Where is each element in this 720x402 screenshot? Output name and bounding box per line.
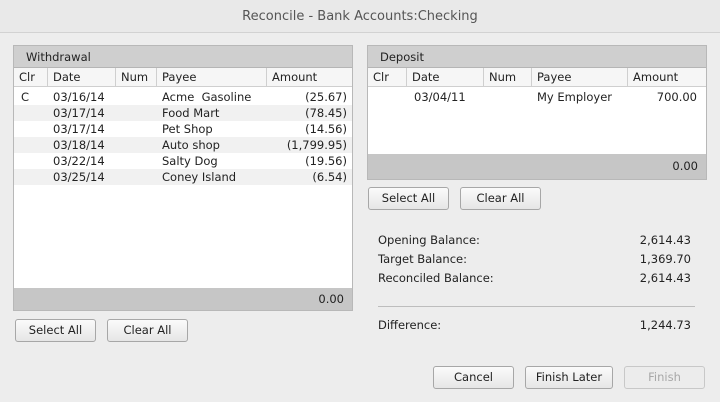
opening-balance-value: 2,614.43 — [639, 233, 691, 247]
row-amount: (25.67) — [305, 90, 347, 104]
row-date: 03/22/14 — [53, 154, 105, 168]
withdrawal-select-all-button[interactable]: Select All — [15, 319, 96, 342]
window-title-bar: Reconcile - Bank Accounts:Checking — [0, 0, 720, 33]
withdrawal-list: C 03/16/14 Acme Gasoline (25.67) 03/17/1… — [14, 87, 352, 185]
deposit-clear-all-button[interactable]: Clear All — [460, 187, 541, 210]
row-date: 03/04/11 — [414, 90, 466, 104]
row-payee: Auto shop — [162, 138, 220, 152]
deposit-column-header: Clr Date Num Payee Amount — [368, 68, 706, 87]
deposit-total-value: 0.00 — [672, 159, 698, 173]
column-header-num[interactable]: Num — [484, 68, 532, 87]
target-balance-value: 1,369.70 — [639, 252, 691, 266]
window-title: Reconcile - Bank Accounts:Checking — [242, 9, 478, 24]
column-header-payee[interactable]: Payee — [532, 68, 628, 87]
finish-button[interactable]: Finish — [624, 366, 705, 389]
difference-value: 1,244.73 — [639, 318, 691, 332]
withdrawal-total: 0.00 — [14, 288, 352, 310]
table-row[interactable]: 03/25/14 Coney Island (6.54) — [14, 169, 352, 185]
row-payee: Coney Island — [162, 170, 237, 184]
deposit-panel: Deposit Clr Date Num Payee Amount 03/04/… — [367, 45, 707, 180]
row-amount: (1,799.95) — [286, 138, 347, 152]
deposit-list: 03/04/11 My Employer 700.00 — [368, 87, 706, 105]
withdrawal-column-header: Clr Date Num Payee Amount — [14, 68, 352, 87]
row-payee: Pet Shop — [162, 122, 213, 136]
row-date: 03/17/14 — [53, 122, 105, 136]
row-amount: 700.00 — [656, 90, 697, 104]
row-payee: Food Mart — [162, 106, 220, 120]
row-amount: (14.56) — [305, 122, 347, 136]
row-date: 03/17/14 — [53, 106, 105, 120]
row-payee: Salty Dog — [162, 154, 218, 168]
summary-divider — [378, 306, 695, 307]
finish-later-button[interactable]: Finish Later — [525, 366, 613, 389]
cancel-button[interactable]: Cancel — [433, 366, 514, 389]
target-balance-label: Target Balance: — [378, 252, 467, 266]
row-date: 03/18/14 — [53, 138, 105, 152]
row-amount: (78.45) — [305, 106, 347, 120]
column-header-clr[interactable]: Clr — [368, 68, 407, 87]
opening-balance-label: Opening Balance: — [378, 233, 480, 247]
reconciled-balance-label: Reconciled Balance: — [378, 271, 494, 285]
deposit-total: 0.00 — [368, 154, 706, 179]
table-row[interactable]: 03/17/14 Food Mart (78.45) — [14, 105, 352, 121]
row-amount: (19.56) — [305, 154, 347, 168]
column-header-date[interactable]: Date — [48, 68, 116, 87]
row-payee: Acme Gasoline — [162, 90, 252, 104]
row-clr[interactable]: C — [21, 89, 29, 105]
table-row[interactable]: 03/18/14 Auto shop (1,799.95) — [14, 137, 352, 153]
row-date: 03/25/14 — [53, 170, 105, 184]
row-amount: (6.54) — [312, 170, 347, 184]
row-date: 03/16/14 — [53, 90, 105, 104]
column-header-num[interactable]: Num — [116, 68, 157, 87]
difference-label: Difference: — [378, 318, 442, 332]
withdrawal-panel: Withdrawal Clr Date Num Payee Amount C 0… — [13, 45, 353, 311]
column-header-amount[interactable]: Amount — [267, 68, 353, 87]
column-header-payee[interactable]: Payee — [157, 68, 267, 87]
deposit-panel-title: Deposit — [368, 46, 706, 68]
deposit-select-all-button[interactable]: Select All — [368, 187, 449, 210]
column-header-date[interactable]: Date — [407, 68, 484, 87]
table-row[interactable]: 03/17/14 Pet Shop (14.56) — [14, 121, 352, 137]
row-payee: My Employer — [537, 90, 612, 104]
column-header-amount[interactable]: Amount — [628, 68, 707, 87]
table-row[interactable]: 03/22/14 Salty Dog (19.56) — [14, 153, 352, 169]
table-row[interactable]: 03/04/11 My Employer 700.00 — [368, 89, 706, 105]
column-header-clr[interactable]: Clr — [14, 68, 48, 87]
withdrawal-total-value: 0.00 — [318, 292, 344, 306]
withdrawal-panel-title: Withdrawal — [14, 46, 352, 68]
reconciled-balance-value: 2,614.43 — [639, 271, 691, 285]
table-row[interactable]: C 03/16/14 Acme Gasoline (25.67) — [14, 89, 352, 105]
withdrawal-clear-all-button[interactable]: Clear All — [107, 319, 188, 342]
